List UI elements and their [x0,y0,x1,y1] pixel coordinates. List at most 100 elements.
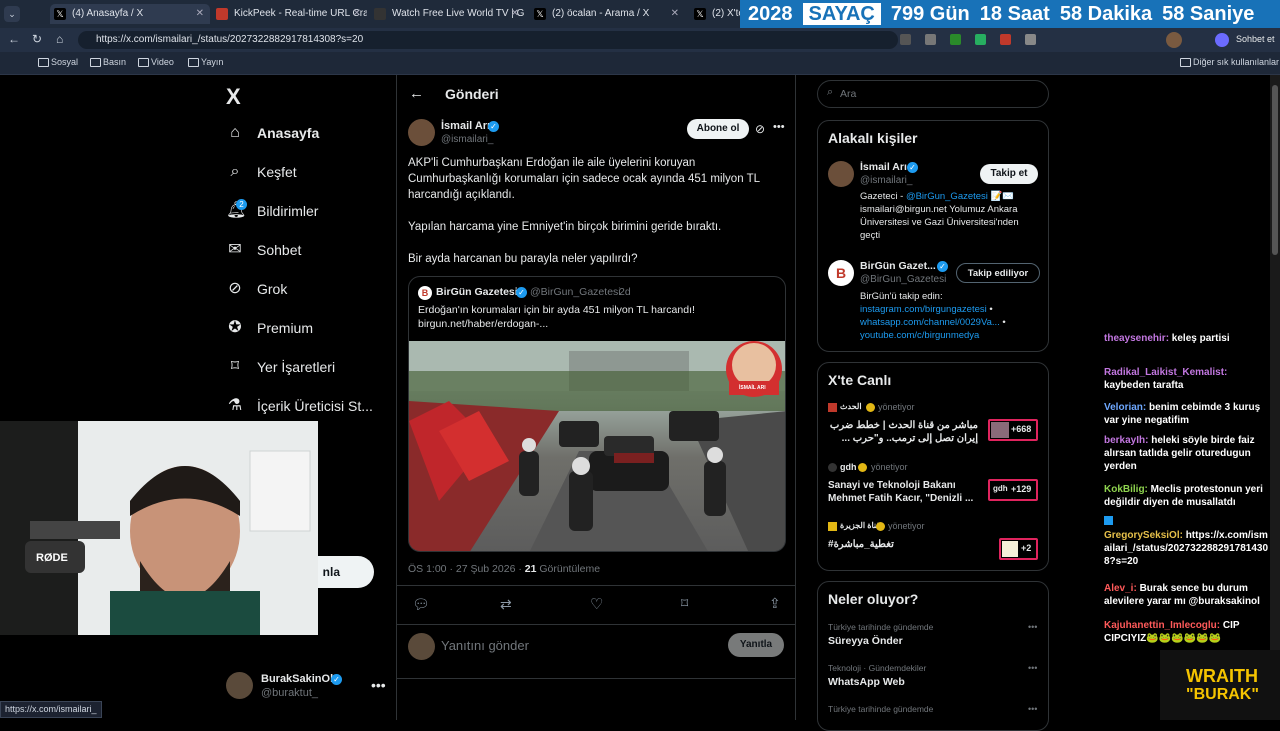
extension-icons [900,33,1150,47]
repost-icon[interactable]: ⇄ [500,596,512,613]
nav-item-premium[interactable]: ✪ Premium [226,314,313,342]
quote-photo[interactable]: İSMAİL ARI [409,341,785,551]
trend-context: Teknoloji · Gündemdekiler [828,663,927,673]
extension-icon[interactable] [975,34,986,45]
trend-item[interactable]: Türkiye tarihinde gündemde ••• [828,704,1042,724]
nav-label: Premium [257,320,314,336]
reply-icon[interactable]: 💬︎ [412,596,430,613]
live-status: yönetiyor [878,402,915,412]
nav-item-home[interactable]: ⌂ Anasayfa [226,119,319,147]
nav-item-bookmarks[interactable]: ⌑ Yer İşaretleri [226,353,335,381]
browser-tab[interactable]: 𝕏 (4) Anasayfa / X ✕ [50,4,210,24]
reply-button-label: Yanıtla [739,639,773,650]
chat-text: keleş partisi [1169,333,1230,344]
browser-tab[interactable]: Watch Free Live World TV | Gl ✕ [370,4,525,24]
bookmark-folder[interactable]: Basın [90,57,126,67]
bio-link[interactable]: whatsapp.com/channel/0029Va... [860,317,1000,328]
profile-avatar[interactable] [1166,32,1182,48]
scrollbar-thumb[interactable] [1272,85,1278,255]
chat-badge-icon [1104,516,1113,525]
more-icon[interactable]: ••• [1028,622,1037,632]
author-name[interactable]: İsmail Arı [441,120,490,132]
follow-label: Takip et [990,168,1028,179]
extension-icon[interactable] [1025,34,1036,45]
bio-link[interactable]: @BirGun_Gazetesi [906,191,988,202]
live-item[interactable]: قناة الجزيرة yönetiyor #تغطية_مباشرة +2 [828,520,1042,564]
birgun-avatar[interactable]: B [828,260,854,286]
follow-button[interactable]: Abone ol [687,119,749,139]
live-item[interactable]: الحدث yönetiyor مباشر من قناة الحدث | خط… [828,401,1042,451]
url-field[interactable]: https://x.com/ismailari_/status/20273228… [78,31,898,49]
thumbnail [991,422,1009,438]
trend-context: Türkiye tarihinde gündemde [828,622,934,632]
grok-icon[interactable]: ⊘ [755,122,765,136]
nav-label: Bildirimler [257,203,319,219]
profile-label[interactable]: Sohbet et [1236,34,1275,44]
close-tab-icon[interactable]: ✕ [511,4,519,24]
trend-item[interactable]: Türkiye tarihinde gündemde Süreyya Önder… [828,622,1042,656]
bookmark-folder[interactable]: Video [138,57,174,67]
share-icon[interactable]: ⇪ [769,595,781,612]
author-avatar[interactable] [408,119,435,146]
back-icon[interactable]: ← [8,32,20,46]
extension-icon[interactable] [1000,34,1011,45]
live-title-text: مباشر من قناة الحدث | خطط ضرب إيران تصل … [829,420,978,444]
chat-message: theaysenehir: keleş partisi [1104,332,1272,345]
more-icon[interactable]: ••• [1028,663,1037,673]
more-icon[interactable]: ••• [773,121,785,133]
search-input[interactable]: ⌕ Ara [817,80,1049,108]
extension-icon[interactable] [950,34,961,45]
person-name[interactable]: BirGün Gazet... [860,260,936,272]
trend-item[interactable]: Teknoloji · Gündemdekiler WhatsApp Web •… [828,663,1042,697]
quoted-post[interactable]: B BirGün Gazetesi ✓ @BirGun_Gazetesi 2d … [408,276,786,552]
other-bookmarks[interactable]: Diğer sık kullanılanlar [1180,57,1279,67]
post-meta: ÖS 1:00 · 27 Şub 2026 · 21 Görüntüleme [408,563,600,575]
more-icon[interactable]: ••• [1028,704,1037,714]
chat-user: Alev_i: [1104,583,1137,594]
nav-item-explore[interactable]: ⌕ Keşfet [226,158,297,186]
nav-item-creator-studio[interactable]: ⚗ İçerik Üreticisi St... [226,392,373,420]
browser-tab[interactable]: 𝕏 (2) öcalan - Arama / X ✕ [530,4,685,24]
reply-input[interactable]: Yanıtını gönder [441,638,529,653]
live-item[interactable]: gdh yönetiyor Sanayi ve Teknoloji Bakanı… [828,461,1042,511]
close-tab-icon[interactable]: ✕ [353,4,361,24]
bookmark-folder[interactable]: Sosyal [38,57,78,67]
x-logo[interactable]: X [226,84,241,110]
chat-text: kaybeden tarafta [1104,380,1184,391]
nav-label: Yer İşaretleri [257,359,336,375]
extension-icon[interactable] [925,34,936,45]
extension-icon[interactable] [900,34,911,45]
reply-button[interactable]: Yanıtla [728,633,784,657]
bookmark-folder[interactable]: Yayın [188,57,223,67]
grok-icon: ⊘ [228,280,242,297]
reload-icon[interactable]: ↻ [32,32,42,46]
copilot-icon[interactable] [1215,33,1229,47]
browser-tab[interactable]: KickPeek - Real-time URL Crawler✕ [212,4,367,24]
nav-item-notifications[interactable]: 🔔︎ 2 Bildirimler [226,197,318,225]
close-tab-icon[interactable]: ✕ [671,4,679,24]
like-icon[interactable]: ♡ [590,595,603,613]
live-host: قناة الجزيرة [840,521,881,530]
bio-link[interactable]: youtube.com/c/birgunmedya [860,329,1042,342]
person-name[interactable]: İsmail Arı [860,161,907,173]
tab-menu-icon[interactable]: ⌄ [4,6,20,22]
avatar[interactable] [828,161,854,187]
bookmark-icon[interactable]: ⌑ [681,595,688,612]
post-column: ← Gönderi İsmail Arı ✓ @ismailari_ Abone… [396,75,796,720]
nav-item-messages[interactable]: ✉ Sohbet [226,236,301,264]
browser-tab[interactable]: 𝕏 (2) X'te M [690,4,740,24]
nav-item-grok[interactable]: ⊘ Grok [226,275,287,303]
back-arrow-icon[interactable]: ← [409,85,424,102]
counter-hours: 18 Saat [979,3,1050,25]
account-switcher[interactable]: BurakSakinOl ✓ @buraktut_ ••• [226,670,386,702]
trends-card: Neler oluyor? Türkiye tarihinde gündemde… [817,581,1049,731]
follow-button[interactable]: Takip et [980,164,1038,184]
close-tab-icon[interactable]: ✕ [196,4,204,24]
notification-badge: 2 [236,199,247,210]
tab-label: KickPeek - Real-time URL Crawler [234,8,367,19]
tv-icon [374,8,386,20]
bio-link[interactable]: instagram.com/birgungazetesi [860,304,987,315]
following-button[interactable]: Takip ediliyor [956,263,1040,283]
home-icon[interactable]: ⌂ [56,32,63,46]
more-icon[interactable]: ••• [371,677,386,693]
